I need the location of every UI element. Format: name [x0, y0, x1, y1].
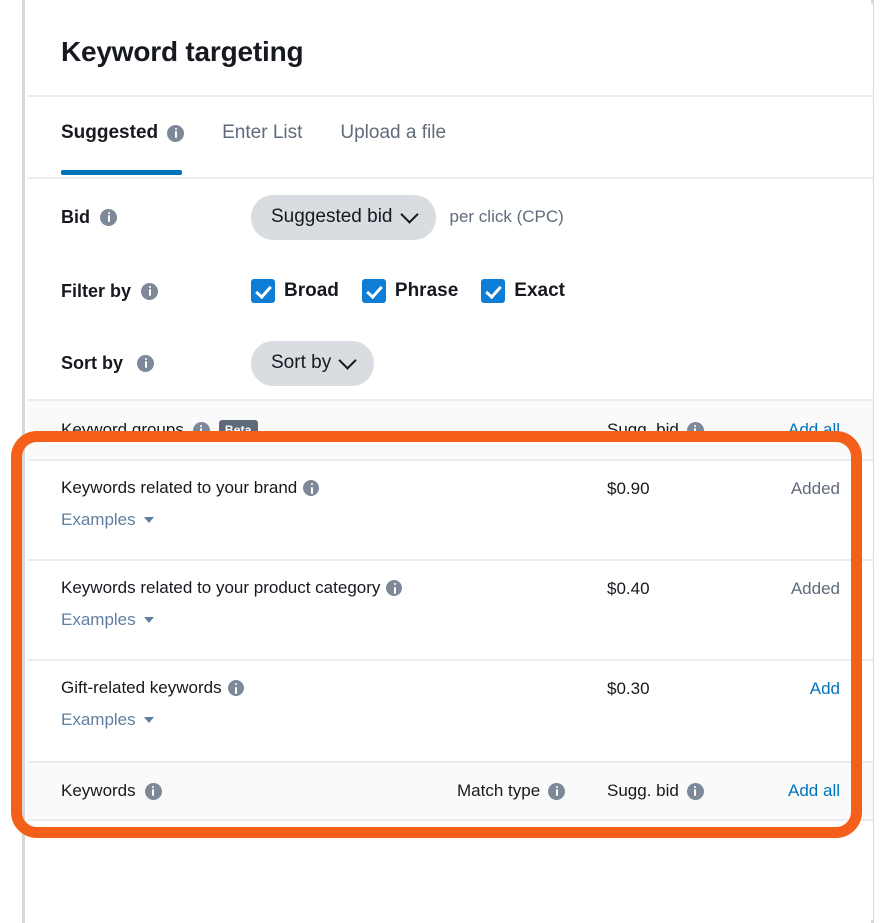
- page-title: Keyword targeting: [61, 36, 304, 67]
- panel-left-divider: [22, 0, 25, 923]
- tab-upload-a-file[interactable]: Upload a file: [340, 97, 446, 169]
- sort-by-label: Sort by: [61, 352, 124, 373]
- sort-by-select-value: Sort by: [271, 352, 332, 373]
- bid-type-select[interactable]: Suggested bid: [251, 194, 436, 240]
- keyword-group-title-label: Keywords related to your brand: [61, 478, 298, 497]
- keywords-table-header: Keywords Match type Sugg. bid Add all: [28, 761, 873, 821]
- bid-type-select-value: Suggested bid: [271, 206, 393, 227]
- info-icon[interactable]: [100, 208, 117, 226]
- keyword-group-add-status: Added: [790, 479, 840, 498]
- caret-down-icon: [143, 517, 154, 524]
- bid-unit-label: per click (CPC): [449, 207, 564, 226]
- tab-suggested-label: Suggested: [61, 122, 159, 143]
- match-type-checkbox-group: Broad Phrase Exact: [251, 279, 565, 303]
- keyword-group-bid: $0.90: [607, 479, 650, 498]
- card-header: Keyword targeting: [28, 4, 873, 97]
- keyword-group-add-button[interactable]: Add: [732, 678, 873, 699]
- keyword-groups-table-header: Keyword groups Beta Sugg. bid Add all: [28, 399, 873, 461]
- column-header-sugg-bid-label: Sugg. bid: [607, 420, 679, 439]
- page-root: Keyword targeting Suggested Enter List U…: [0, 0, 885, 923]
- add-all-keywords-label: Add all: [788, 781, 840, 800]
- column-header-keywords-sugg-bid: Sugg. bid: [607, 781, 732, 801]
- info-icon[interactable]: [548, 782, 566, 800]
- column-header-keyword-groups-label: Keyword groups: [61, 420, 184, 439]
- table-row: Keywords related to your brand Examples …: [28, 461, 873, 561]
- info-icon[interactable]: [386, 580, 403, 597]
- info-icon[interactable]: [227, 680, 244, 697]
- column-header-keywords: Keywords: [61, 781, 457, 801]
- caret-down-icon: [143, 717, 154, 724]
- column-header-keyword-groups: Keyword groups Beta: [61, 419, 607, 441]
- checkbox-broad-box[interactable]: [251, 279, 275, 303]
- column-header-keywords-label: Keywords: [61, 781, 136, 800]
- tab-enter-list-label: Enter List: [222, 122, 303, 143]
- info-icon[interactable]: [303, 480, 320, 497]
- sort-by-select[interactable]: Sort by: [251, 340, 375, 386]
- filter-controls: Bid Suggested bid per click (CPC) Filter…: [28, 179, 873, 399]
- table-row: Gift-related keywords Examples $0.30 Add: [28, 661, 873, 761]
- info-icon[interactable]: [686, 782, 704, 800]
- keyword-group-add-status: Added: [790, 579, 840, 598]
- info-icon[interactable]: [137, 354, 155, 372]
- beta-badge: Beta: [218, 419, 258, 441]
- chevron-down-icon: [399, 205, 419, 224]
- column-header-match-type: Match type: [457, 781, 607, 801]
- keyword-targeting-card: Keyword targeting Suggested Enter List U…: [28, 4, 873, 920]
- checkbox-exact[interactable]: Exact: [481, 279, 565, 303]
- add-all-groups-label: Add all: [788, 420, 840, 439]
- keyword-group-title: Keywords related to your brand: [61, 478, 597, 498]
- filter-by-row: Filter by Broad Phrase Exact: [28, 255, 873, 327]
- info-icon[interactable]: [167, 124, 185, 142]
- checkbox-phrase[interactable]: Phrase: [361, 279, 459, 303]
- filter-by-label-group: Filter by: [61, 281, 251, 302]
- add-all-keywords-button[interactable]: Add all: [732, 781, 873, 801]
- checkbox-exact-label: Exact: [514, 280, 565, 301]
- keyword-group-name-cell: Gift-related keywords Examples: [61, 678, 607, 730]
- tab-enter-list[interactable]: Enter List: [222, 97, 302, 169]
- column-header-match-type-label: Match type: [457, 781, 541, 800]
- checkbox-phrase-box[interactable]: [361, 279, 386, 303]
- checkbox-broad[interactable]: Broad: [251, 279, 339, 303]
- info-icon[interactable]: [141, 282, 159, 300]
- examples-toggle-label: Examples: [61, 710, 136, 730]
- sort-by-label-group: Sort by: [61, 353, 251, 374]
- examples-toggle-label: Examples: [61, 510, 136, 530]
- examples-toggle[interactable]: Examples: [61, 610, 154, 630]
- tab-suggested[interactable]: Suggested: [61, 97, 185, 175]
- table-row: Keywords related to your product categor…: [28, 561, 873, 661]
- examples-toggle[interactable]: Examples: [61, 510, 154, 530]
- keyword-group-title-label: Gift-related keywords: [61, 678, 222, 697]
- caret-down-icon: [143, 617, 154, 624]
- sort-by-row: Sort by Sort by: [28, 327, 873, 399]
- keyword-group-title: Keywords related to your product categor…: [61, 578, 597, 598]
- keyword-group-title: Gift-related keywords: [61, 678, 597, 698]
- keyword-group-bid: $0.40: [607, 579, 650, 598]
- checkbox-broad-label: Broad: [284, 280, 339, 301]
- column-header-sugg-bid: Sugg. bid: [607, 420, 732, 440]
- tabs-bar: Suggested Enter List Upload a file: [28, 97, 873, 179]
- checkbox-phrase-label: Phrase: [394, 280, 459, 301]
- add-all-groups-button[interactable]: Add all: [732, 420, 873, 440]
- column-header-keywords-sugg-bid-label: Sugg. bid: [607, 781, 679, 800]
- info-icon[interactable]: [144, 782, 162, 800]
- keyword-group-name-cell: Keywords related to your product categor…: [61, 578, 607, 630]
- examples-toggle[interactable]: Examples: [61, 710, 154, 730]
- keyword-group-bid: $0.30: [607, 679, 650, 698]
- tab-upload-a-file-label: Upload a file: [340, 122, 447, 143]
- info-icon[interactable]: [686, 421, 704, 439]
- bid-label: Bid: [61, 206, 90, 227]
- checkbox-exact-box[interactable]: [481, 279, 506, 303]
- examples-toggle-label: Examples: [61, 610, 136, 630]
- filter-by-label: Filter by: [61, 280, 132, 301]
- info-icon[interactable]: [192, 421, 210, 439]
- chevron-down-icon: [338, 351, 357, 370]
- bid-label-group: Bid: [61, 207, 251, 228]
- keyword-group-title-label: Keywords related to your product categor…: [61, 578, 381, 597]
- bid-row: Bid Suggested bid per click (CPC): [28, 179, 873, 255]
- keyword-group-name-cell: Keywords related to your brand Examples: [61, 478, 607, 530]
